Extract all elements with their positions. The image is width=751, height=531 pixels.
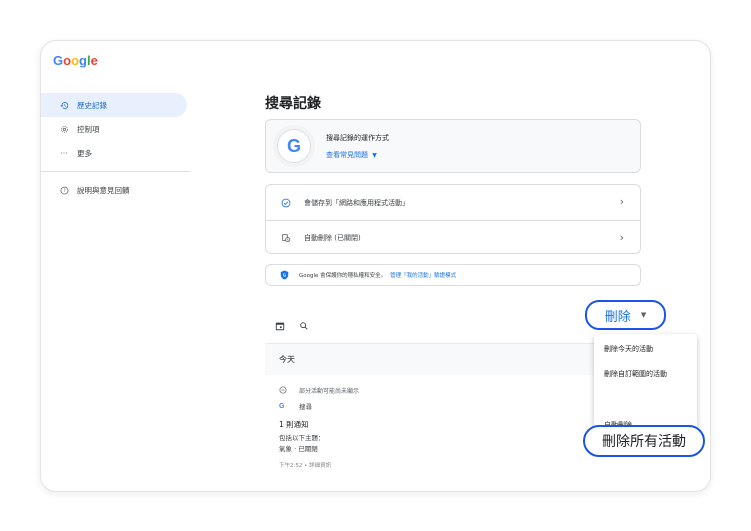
page-title: 搜尋記錄 [265,96,321,112]
privacy-text: Google 會保護你的隱私權和安全。 [299,273,387,279]
sidebar-item-history[interactable]: 歷史記錄 [41,93,187,117]
how-it-works-title: 搜尋記錄的運作方式 [326,134,389,142]
chevron-right-icon: › [619,231,624,244]
more-icon: ··· [60,148,68,158]
sidebar-item-label: 說明與意見回饋 [77,185,130,195]
main-content: 搜尋記錄 G 搜尋記錄的運作方式 查看常見問題 ▼ 會儲存到「網路和應用程式活動… [265,91,666,469]
hidden-activity-note: 部分活動可能尚未顯示 [279,383,579,397]
chevron-down-icon: ▼ [372,152,377,159]
delete-button-label: 刪除 [604,309,631,325]
search-icon[interactable] [299,316,309,335]
logo-letter: e [90,53,98,68]
activity-time[interactable]: 下午2:52 • 詳細資訊 [279,461,579,469]
activity-feed: 部分活動可能尚未顯示 G 搜尋 1 則通知 包括以下主題： 氣象 · 已關閉 下… [279,383,579,469]
sidebar-item-controls[interactable]: 控制項 [41,117,191,141]
browser-window: Google 歷史記錄 控制項 ··· 更多 ? 說明與意見回饋 搜尋記錄 G … [40,40,711,492]
gear-icon [55,125,73,134]
delete-button[interactable]: 刪除 ▼ [585,300,666,330]
menu-item-delete-all[interactable]: 刪除所有活動 [583,425,705,457]
faq-link[interactable]: 查看常見問題 ▼ [326,150,377,160]
privacy-card: G Google 會保護你的隱私權和安全。 管理「我的活動」驗證模式 [265,264,641,286]
manage-verification-link[interactable]: 管理「我的活動」驗證模式 [390,271,456,279]
setting-row-auto-delete[interactable]: 自動刪除 (已關閉) › [266,220,640,255]
toolbar [275,316,309,335]
sidebar-item-label: 控制項 [77,124,100,134]
today-header: 今天 [265,343,595,375]
google-g-icon: G [279,402,285,410]
setting-row-web-activity[interactable]: 會儲存到「網路和應用程式活動」 › [266,185,640,220]
logo-letter: o [63,53,72,68]
today-label: 今天 [279,355,295,364]
notification-topics: 氣象 · 已關閉 [279,445,318,453]
svg-text:?: ? [63,188,66,194]
logo-letter: g [79,53,87,68]
sidebar-item-label: 更多 [77,148,92,158]
activity-source-label: 搜尋 [299,403,312,411]
notification-title[interactable]: 1 則通知 [279,419,579,430]
menu-item-delete-today[interactable]: 刪除今天的活動 [604,344,653,354]
history-icon [55,101,73,110]
setting-label: 自動刪除 (已關閉) [304,234,361,242]
google-g-letter: G [286,135,301,156]
svg-text:G: G [283,273,286,278]
how-it-works-card: G 搜尋記錄的運作方式 查看常見問題 ▼ [265,119,641,173]
notification-topics-heading: 包括以下主題： [279,434,325,442]
menu-item-delete-custom-range[interactable]: 刪除自訂範圍的活動 [604,369,667,379]
check-circle-icon [280,198,292,208]
settings-card: 會儲存到「網路和應用程式活動」 › 自動刪除 (已關閉) › [265,184,641,254]
logo-letter: G [53,53,64,68]
activity-source-search: G 搜尋 [279,397,579,415]
auto-delete-icon [280,233,292,243]
sidebar-item-more[interactable]: ··· 更多 [41,141,191,165]
setting-label: 會儲存到「網路和應用程式活動」 [304,198,409,207]
shield-icon: G [280,270,289,280]
google-logo[interactable]: Google [53,53,98,68]
sidebar-divider [41,171,191,172]
sidebar-item-label: 歷史記錄 [77,100,107,110]
chevron-right-icon: › [619,195,624,208]
calendar-icon[interactable] [275,316,285,335]
caret-down-icon: ▼ [640,311,647,319]
logo-letter: o [71,53,80,68]
delete-all-label: 刪除所有活動 [602,434,686,450]
minus-circle-icon [279,386,291,394]
hidden-note-text: 部分活動可能尚未顯示 [299,387,360,395]
sidebar-item-help[interactable]: ? 說明與意見回饋 [41,178,191,202]
help-icon: ? [55,186,73,195]
faq-link-label: 查看常見問題 [326,151,368,159]
sidebar: 歷史記錄 控制項 ··· 更多 ? 說明與意見回饋 [41,93,191,202]
google-g-icon: G [277,129,311,163]
